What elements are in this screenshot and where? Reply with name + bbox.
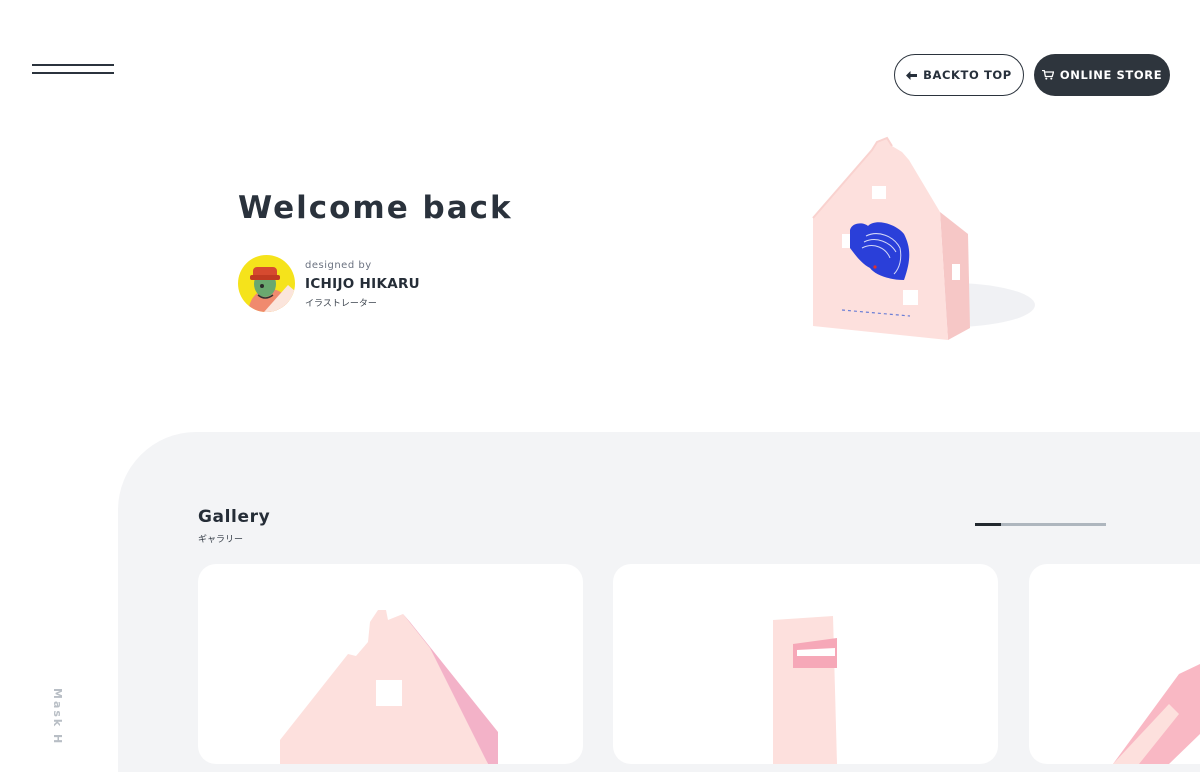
designed-by-label: designed by bbox=[305, 260, 372, 271]
designer-role: イラストレーター bbox=[305, 299, 377, 309]
online-store-label: ONLINE STORE bbox=[1059, 68, 1163, 82]
avatar bbox=[238, 255, 295, 312]
sculpture-image bbox=[1113, 664, 1200, 764]
back-to-top-button[interactable]: BACKTO TOP bbox=[894, 54, 1024, 96]
gallery-scroll-indicator-fill bbox=[975, 523, 1002, 526]
menu-line bbox=[32, 72, 114, 74]
gallery-card[interactable] bbox=[613, 564, 998, 764]
page-title: Welcome back bbox=[238, 190, 513, 226]
back-to-top-label: BACKTO TOP bbox=[923, 68, 1012, 82]
side-label: Mask H bbox=[51, 688, 64, 746]
gallery-title: Gallery bbox=[198, 507, 271, 527]
house-sculpture-image bbox=[780, 130, 1050, 360]
menu-line bbox=[32, 64, 114, 66]
online-store-button[interactable]: ONLINE STORE bbox=[1034, 54, 1170, 96]
arrow-left-icon bbox=[906, 70, 918, 80]
designer-credit: designed by ICHIJO HIKARU イラストレーター bbox=[238, 255, 538, 313]
designer-name: ICHIJO HIKARU bbox=[305, 276, 420, 292]
gallery-card[interactable] bbox=[198, 564, 583, 764]
cart-icon bbox=[1041, 70, 1054, 80]
sculpture-image bbox=[773, 616, 837, 764]
gallery-card[interactable] bbox=[1029, 564, 1200, 764]
gallery-subtitle: ギャラリー bbox=[198, 535, 244, 545]
hamburger-menu-icon[interactable] bbox=[32, 62, 114, 76]
gallery-scroll-indicator[interactable] bbox=[975, 523, 1106, 526]
house-sculpture-image bbox=[280, 610, 498, 764]
